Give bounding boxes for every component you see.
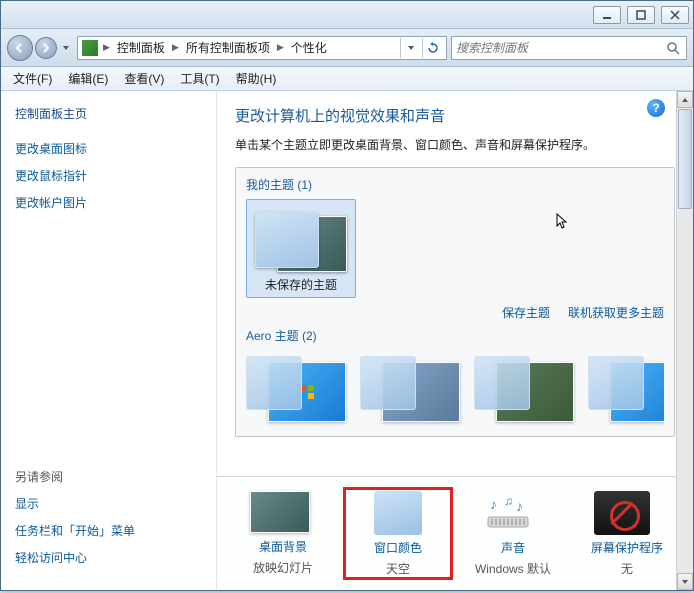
bottom-settings-panel: 桌面背景 放映幻灯片 窗口颜色 天空 ♪♫♪ 声音 Windows 默认 屏幕保… <box>217 476 693 590</box>
setting-title: 声音 <box>501 539 525 556</box>
scroll-up-button[interactable] <box>677 91 693 108</box>
main-content: ? 更改计算机上的视觉效果和声音 单击某个主题立即更改桌面背景、窗口颜色、声音和… <box>217 91 693 590</box>
themes-panel: 我的主题 (1) 未保存的主题 保存主题 联机获取更多主题 Aero <box>235 167 675 437</box>
sounds-button[interactable]: ♪♫♪ 声音 Windows 默认 <box>459 487 567 580</box>
save-theme-link[interactable]: 保存主题 <box>502 304 550 321</box>
refresh-button[interactable] <box>422 38 442 58</box>
sidebar-link-display[interactable]: 显示 <box>15 495 202 512</box>
maximize-button[interactable] <box>627 6 655 24</box>
sidebar: 控制面板主页 更改桌面图标 更改鼠标指针 更改帐户图片 另请参阅 显示 任务栏和… <box>1 91 217 590</box>
titlebar <box>1 1 693 29</box>
scroll-down-button[interactable] <box>677 573 693 590</box>
chevron-right-icon: ▶ <box>102 42 111 53</box>
setting-title: 屏幕保护程序 <box>591 539 663 556</box>
menu-tools[interactable]: 工具(T) <box>172 68 227 89</box>
page-heading: 更改计算机上的视觉效果和声音 <box>235 105 675 126</box>
forward-button[interactable] <box>35 37 57 59</box>
get-more-themes-link[interactable]: 联机获取更多主题 <box>568 304 664 321</box>
control-panel-icon <box>82 40 98 56</box>
breadcrumb-item[interactable]: 个性化 <box>285 39 333 56</box>
svg-text:♪: ♪ <box>490 496 497 512</box>
setting-value: 无 <box>621 560 633 577</box>
svg-text:♫: ♫ <box>504 495 513 508</box>
setting-value: 天空 <box>386 560 410 577</box>
setting-title: 桌面背景 <box>259 538 307 555</box>
aero-themes-label: Aero 主题 (2) <box>246 327 664 344</box>
aero-theme-item[interactable] <box>246 350 346 422</box>
setting-title: 窗口颜色 <box>374 539 422 556</box>
search-icon[interactable] <box>664 39 682 57</box>
control-panel-window: ▶ 控制面板 ▶ 所有控制面板项 ▶ 个性化 文件(F) 编辑(E) 查看(V)… <box>0 0 694 591</box>
see-also-label: 另请参阅 <box>15 468 202 485</box>
scrollbar-thumb[interactable] <box>678 109 692 209</box>
minimize-button[interactable] <box>593 6 621 24</box>
address-bar: ▶ 控制面板 ▶ 所有控制面板项 ▶ 个性化 <box>1 29 693 67</box>
screensaver-button[interactable]: 屏幕保护程序 无 <box>573 487 681 580</box>
breadcrumb[interactable]: ▶ 控制面板 ▶ 所有控制面板项 ▶ 个性化 <box>77 36 447 60</box>
chevron-right-icon: ▶ <box>171 42 180 53</box>
sidebar-link-desktop-icons[interactable]: 更改桌面图标 <box>15 140 202 157</box>
page-subtext: 单击某个主题立即更改桌面背景、窗口颜色、声音和屏幕保护程序。 <box>235 136 675 153</box>
search-box[interactable] <box>451 36 687 60</box>
theme-label: 未保存的主题 <box>265 276 337 293</box>
search-input[interactable] <box>456 41 664 55</box>
menu-bar: 文件(F) 编辑(E) 查看(V) 工具(T) 帮助(H) <box>1 67 693 91</box>
menu-help[interactable]: 帮助(H) <box>228 68 285 89</box>
aero-theme-item[interactable] <box>360 350 460 422</box>
breadcrumb-item[interactable]: 所有控制面板项 <box>180 39 276 56</box>
vertical-scrollbar[interactable] <box>676 91 693 590</box>
setting-value: Windows 默认 <box>475 560 551 577</box>
theme-item-unsaved[interactable]: 未保存的主题 <box>246 199 356 298</box>
sidebar-link-ease-of-access[interactable]: 轻松访问中心 <box>15 549 202 566</box>
chevron-right-icon: ▶ <box>276 42 285 53</box>
close-button[interactable] <box>661 6 689 24</box>
window-color-button[interactable]: 窗口颜色 天空 <box>343 487 453 580</box>
back-button[interactable] <box>7 35 33 61</box>
setting-value: 放映幻灯片 <box>253 559 313 576</box>
sidebar-link-taskbar[interactable]: 任务栏和「开始」菜单 <box>15 522 202 539</box>
help-icon[interactable]: ? <box>647 99 665 117</box>
breadcrumb-dropdown[interactable] <box>400 38 420 58</box>
aero-theme-item[interactable] <box>474 350 574 422</box>
menu-file[interactable]: 文件(F) <box>5 68 60 89</box>
sidebar-link-mouse-pointers[interactable]: 更改鼠标指针 <box>15 167 202 184</box>
breadcrumb-item[interactable]: 控制面板 <box>111 39 171 56</box>
theme-thumbnail <box>255 204 347 272</box>
menu-view[interactable]: 查看(V) <box>116 68 172 89</box>
desktop-background-button[interactable]: 桌面背景 放映幻灯片 <box>229 487 337 580</box>
menu-edit[interactable]: 编辑(E) <box>60 68 116 89</box>
aero-theme-item[interactable] <box>588 350 664 422</box>
nav-history-dropdown[interactable] <box>59 35 73 61</box>
svg-text:♪: ♪ <box>516 498 523 514</box>
sidebar-link-account-picture[interactable]: 更改帐户图片 <box>15 194 202 211</box>
my-themes-label: 我的主题 (1) <box>246 176 664 193</box>
cp-home-link[interactable]: 控制面板主页 <box>15 105 202 122</box>
